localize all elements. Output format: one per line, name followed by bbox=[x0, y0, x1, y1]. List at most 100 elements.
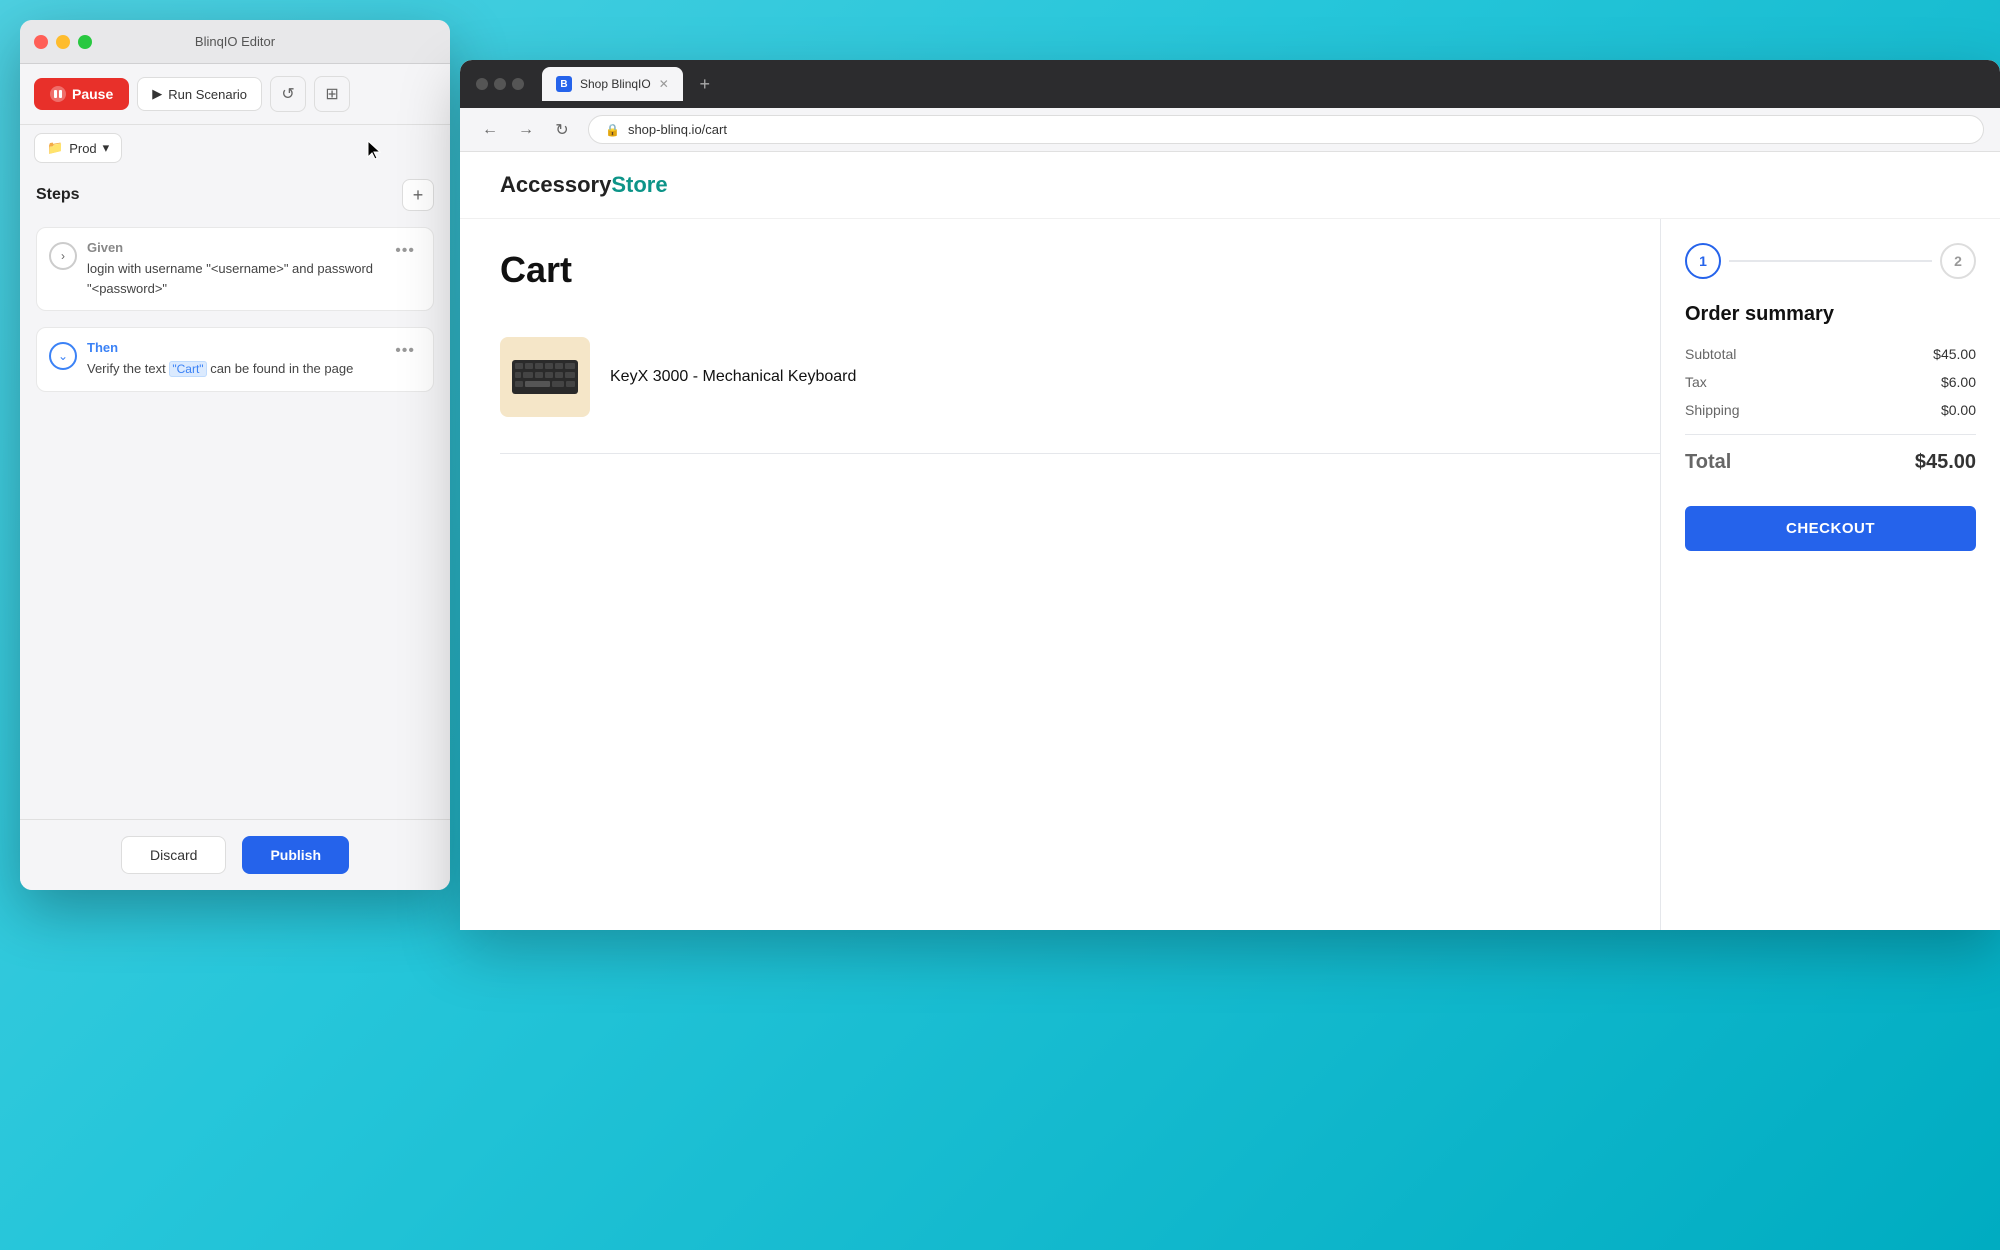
shipping-label: Shipping bbox=[1685, 402, 1740, 418]
steps-header: Steps + bbox=[36, 179, 434, 211]
order-row-shipping: Shipping $0.00 bbox=[1685, 402, 1976, 418]
keyboard-image bbox=[510, 347, 580, 407]
order-row-total: Total $45.00 bbox=[1685, 434, 1976, 474]
step-toggle-given[interactable]: › bbox=[49, 242, 77, 270]
publish-button[interactable]: Publish bbox=[242, 836, 349, 874]
steps-title: Steps bbox=[36, 186, 80, 204]
step-item-given: › Given login with username "<username>"… bbox=[36, 227, 434, 311]
tab-title: Shop BlinqIO bbox=[580, 77, 651, 91]
play-icon: ▶ bbox=[152, 86, 162, 102]
back-icon: ← bbox=[482, 121, 498, 139]
run-scenario-button[interactable]: ▶ Run Scenario bbox=[137, 77, 262, 111]
browser-dots bbox=[476, 78, 524, 90]
step-highlight-cart: "Cart" bbox=[169, 361, 206, 377]
pause-bars bbox=[54, 90, 62, 98]
browser-dot-2 bbox=[494, 78, 506, 90]
order-summary-title: Order summary bbox=[1685, 303, 1976, 326]
new-tab-icon: + bbox=[700, 74, 711, 95]
total-value: $45.00 bbox=[1915, 451, 1976, 474]
step-more-given[interactable]: ••• bbox=[389, 240, 421, 262]
reset-button[interactable]: ↺ bbox=[270, 76, 306, 112]
shop-header: AccessoryStore bbox=[460, 152, 2000, 219]
forward-icon: → bbox=[518, 121, 534, 139]
chevron-right-icon: › bbox=[61, 249, 65, 263]
forward-button[interactable]: → bbox=[512, 116, 540, 144]
step-description-given: login with username "<username>" and pas… bbox=[87, 259, 379, 298]
step-toggle-then[interactable]: ⌄ bbox=[49, 342, 77, 370]
product-image bbox=[500, 337, 590, 417]
editor-titlebar: BlinqIO Editor bbox=[20, 20, 450, 64]
layout-icon: ⊞ bbox=[325, 84, 338, 104]
traffic-lights bbox=[34, 35, 92, 49]
editor-title: BlinqIO Editor bbox=[195, 34, 275, 49]
tax-label: Tax bbox=[1685, 374, 1707, 390]
total-label: Total bbox=[1685, 451, 1731, 474]
step-content-given: Given login with username "<username>" a… bbox=[87, 240, 379, 298]
cart-main: Cart bbox=[460, 219, 2000, 930]
reset-icon: ↺ bbox=[281, 84, 294, 104]
pause-icon bbox=[50, 86, 66, 102]
subtotal-label: Subtotal bbox=[1685, 346, 1736, 362]
refresh-button[interactable]: ↻ bbox=[548, 116, 576, 144]
env-selector[interactable]: 📁 Prod ▾ bbox=[34, 133, 122, 163]
run-label: Run Scenario bbox=[168, 87, 247, 102]
address-field[interactable]: 🔒 shop-blinq.io/cart bbox=[588, 115, 1984, 144]
maximize-button[interactable] bbox=[78, 35, 92, 49]
browser-dot-3 bbox=[512, 78, 524, 90]
pause-button[interactable]: Pause bbox=[34, 78, 129, 110]
step-2-number: 2 bbox=[1954, 253, 1962, 269]
pause-label: Pause bbox=[72, 86, 113, 102]
order-step-2: 2 bbox=[1940, 243, 1976, 279]
layout-button[interactable]: ⊞ bbox=[314, 76, 350, 112]
shipping-value: $0.00 bbox=[1941, 402, 1976, 418]
logo-black: Accessory bbox=[500, 172, 611, 197]
editor-window: BlinqIO Editor Pause ▶ Run Scenario ↺ ⊞ … bbox=[20, 20, 450, 890]
order-step-line bbox=[1729, 260, 1932, 262]
discard-button[interactable]: Discard bbox=[121, 836, 226, 874]
step-description-then: Verify the text "Cart" can be found in t… bbox=[87, 359, 379, 379]
back-button[interactable]: ← bbox=[476, 116, 504, 144]
step-type-given: Given bbox=[87, 240, 379, 255]
step-content-then: Then Verify the text "Cart" can be found… bbox=[87, 340, 379, 379]
tax-value: $6.00 bbox=[1941, 374, 1976, 390]
order-row-tax: Tax $6.00 bbox=[1685, 374, 1976, 390]
add-step-button[interactable]: + bbox=[402, 179, 434, 211]
browser-dot-1 bbox=[476, 78, 488, 90]
tab-bar: B Shop BlinqIO ✕ + bbox=[542, 67, 1984, 101]
lock-icon: 🔒 bbox=[605, 123, 620, 137]
close-button[interactable] bbox=[34, 35, 48, 49]
env-label: Prod bbox=[69, 141, 96, 156]
step-desc-before: Verify the text bbox=[87, 361, 169, 376]
step-item-then: ⌄ Then Verify the text "Cart" can be fou… bbox=[36, 327, 434, 392]
browser-window: B Shop BlinqIO ✕ + ← → ↻ 🔒 shop-blinq.io… bbox=[460, 60, 2000, 930]
new-tab-button[interactable]: + bbox=[691, 70, 719, 98]
steps-panel: Steps + › Given login with username "<us… bbox=[20, 163, 450, 819]
nav-buttons: ← → ↻ bbox=[476, 116, 576, 144]
step-desc-after: can be found in the page bbox=[207, 361, 354, 376]
shop-logo: AccessoryStore bbox=[500, 172, 668, 197]
product-name: KeyX 3000 - Mechanical Keyboard bbox=[610, 366, 1681, 388]
order-step-1: 1 bbox=[1685, 243, 1721, 279]
order-summary: 1 2 Order summary Subtotal $45.00 Tax $6… bbox=[1660, 219, 2000, 930]
logo-teal: Store bbox=[611, 172, 667, 197]
tab-close-button[interactable]: ✕ bbox=[659, 77, 669, 91]
chevron-down-icon: ⌄ bbox=[58, 349, 68, 363]
minimize-button[interactable] bbox=[56, 35, 70, 49]
chevron-down-icon: ▾ bbox=[103, 140, 110, 156]
subtotal-value: $45.00 bbox=[1933, 346, 1976, 362]
editor-footer: Discard Publish bbox=[20, 819, 450, 890]
checkout-button[interactable]: CHECKOUT bbox=[1685, 506, 1976, 551]
folder-icon: 📁 bbox=[47, 140, 63, 156]
step-type-then: Then bbox=[87, 340, 379, 355]
step-1-number: 1 bbox=[1699, 253, 1707, 269]
order-row-subtotal: Subtotal $45.00 bbox=[1685, 346, 1976, 362]
browser-content: AccessoryStore Cart bbox=[460, 152, 2000, 930]
browser-address-bar: ← → ↻ 🔒 shop-blinq.io/cart bbox=[460, 108, 2000, 152]
active-tab[interactable]: B Shop BlinqIO ✕ bbox=[542, 67, 683, 101]
step-more-then[interactable]: ••• bbox=[389, 340, 421, 362]
address-url: shop-blinq.io/cart bbox=[628, 122, 727, 137]
editor-toolbar: Pause ▶ Run Scenario ↺ ⊞ bbox=[20, 64, 450, 125]
order-steps: 1 2 bbox=[1685, 243, 1976, 279]
tab-favicon: B bbox=[556, 76, 572, 92]
add-icon: + bbox=[413, 185, 424, 206]
